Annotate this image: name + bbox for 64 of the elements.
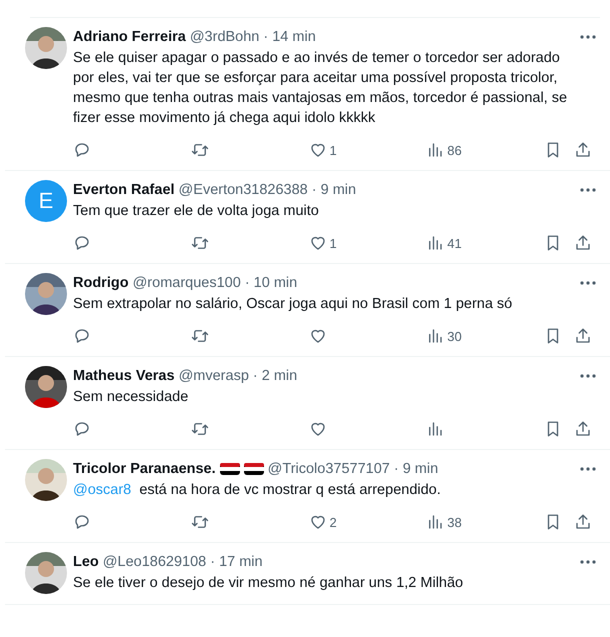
- reply-text: Sem extrapolar no salário, Oscar joga aqui no Brasil com 1 perna só: [73, 296, 512, 312]
- repost-icon[interactable]: [190, 141, 209, 159]
- share-icon[interactable]: [574, 234, 592, 252]
- repost-icon[interactable]: [190, 513, 209, 531]
- user-name[interactable]: Everton Rafael: [73, 182, 175, 198]
- user-handle[interactable]: @mverasp: [178, 368, 249, 384]
- heart-icon[interactable]: [308, 141, 326, 159]
- timestamp: · 9 min: [394, 461, 438, 477]
- comment-icon[interactable]: [73, 234, 91, 252]
- heart-icon[interactable]: [308, 420, 326, 438]
- bar-chart-icon[interactable]: [426, 513, 444, 531]
- bar-chart-icon[interactable]: [426, 141, 444, 159]
- bar-chart-icon[interactable]: [426, 327, 444, 345]
- user-name[interactable]: Adriano Ferreira: [73, 29, 186, 45]
- comment-icon[interactable]: [73, 141, 91, 159]
- more-icon[interactable]: [580, 560, 596, 564]
- more-icon[interactable]: [580, 374, 596, 378]
- reply-text: está na hora de vc mostrar q está arrependido.: [139, 482, 441, 498]
- share-icon[interactable]: [574, 420, 592, 438]
- reply-text: Sem necessidade: [73, 389, 188, 405]
- bar-chart-icon[interactable]: [426, 234, 444, 252]
- view-count: 41: [447, 236, 462, 250]
- timestamp: · 10 min: [244, 275, 298, 291]
- more-icon[interactable]: [580, 281, 596, 285]
- share-icon[interactable]: [574, 513, 592, 531]
- comment-icon[interactable]: [73, 420, 91, 438]
- heart-icon[interactable]: [308, 327, 326, 345]
- reply-text: Tem que trazer ele de volta joga muito: [73, 203, 319, 219]
- repost-icon[interactable]: [190, 327, 209, 345]
- comment-icon[interactable]: [73, 327, 91, 345]
- user-handle[interactable]: @Leo18629108: [102, 554, 206, 570]
- view-count: 38: [447, 514, 462, 530]
- user-name[interactable]: Matheus Veras: [73, 368, 175, 384]
- repost-icon[interactable]: [190, 420, 209, 438]
- timestamp: · 9 min: [312, 182, 356, 198]
- reply-text: Se ele tiver o desejo de vir mesmo né ganhar uns 1,2 Milhão: [73, 575, 464, 591]
- timestamp: · 17 min: [210, 554, 263, 570]
- timestamp: · 2 min: [252, 368, 298, 384]
- user-handle[interactable]: @Tricolo37577107: [268, 461, 390, 477]
- share-icon[interactable]: [574, 141, 592, 159]
- view-count: 30: [447, 328, 462, 344]
- more-icon[interactable]: [580, 467, 596, 471]
- bar-chart-icon[interactable]: [426, 420, 444, 438]
- heart-icon[interactable]: [308, 234, 326, 252]
- user-handle[interactable]: @romarques100: [132, 275, 241, 291]
- user-name[interactable]: Leo: [73, 554, 99, 570]
- like-count: 2: [330, 514, 337, 530]
- flag-icon: [244, 463, 264, 475]
- heart-icon[interactable]: [308, 513, 326, 531]
- timestamp: · 14 min: [263, 29, 316, 45]
- user-handle[interactable]: @Everton31826388: [178, 182, 308, 198]
- flag-icon: [220, 463, 240, 475]
- user-name[interactable]: Tricolor Paranaense.: [73, 461, 216, 477]
- like-count: 1: [330, 236, 337, 250]
- more-icon[interactable]: [580, 35, 596, 39]
- user-handle[interactable]: @3rdBohn: [190, 29, 260, 45]
- view-count: 86: [447, 142, 462, 158]
- comment-icon[interactable]: [73, 513, 91, 531]
- more-icon[interactable]: [580, 188, 596, 192]
- user-name[interactable]: Rodrigo: [73, 275, 129, 291]
- like-count: 1: [330, 142, 337, 158]
- reply-text: Se ele quiser apagar o passado e ao invés de temer o torcedor ser adorado por eles, vai ter que se esforçar para aceitar uma possível proposta tricolor, mesmo que tenha outras mais vantajosas em mãos, torcedor é passional, se fizer esse movimento já chega aqui idolo kkkkk: [73, 50, 568, 126]
- repost-icon[interactable]: [190, 234, 209, 252]
- share-icon[interactable]: [574, 327, 592, 345]
